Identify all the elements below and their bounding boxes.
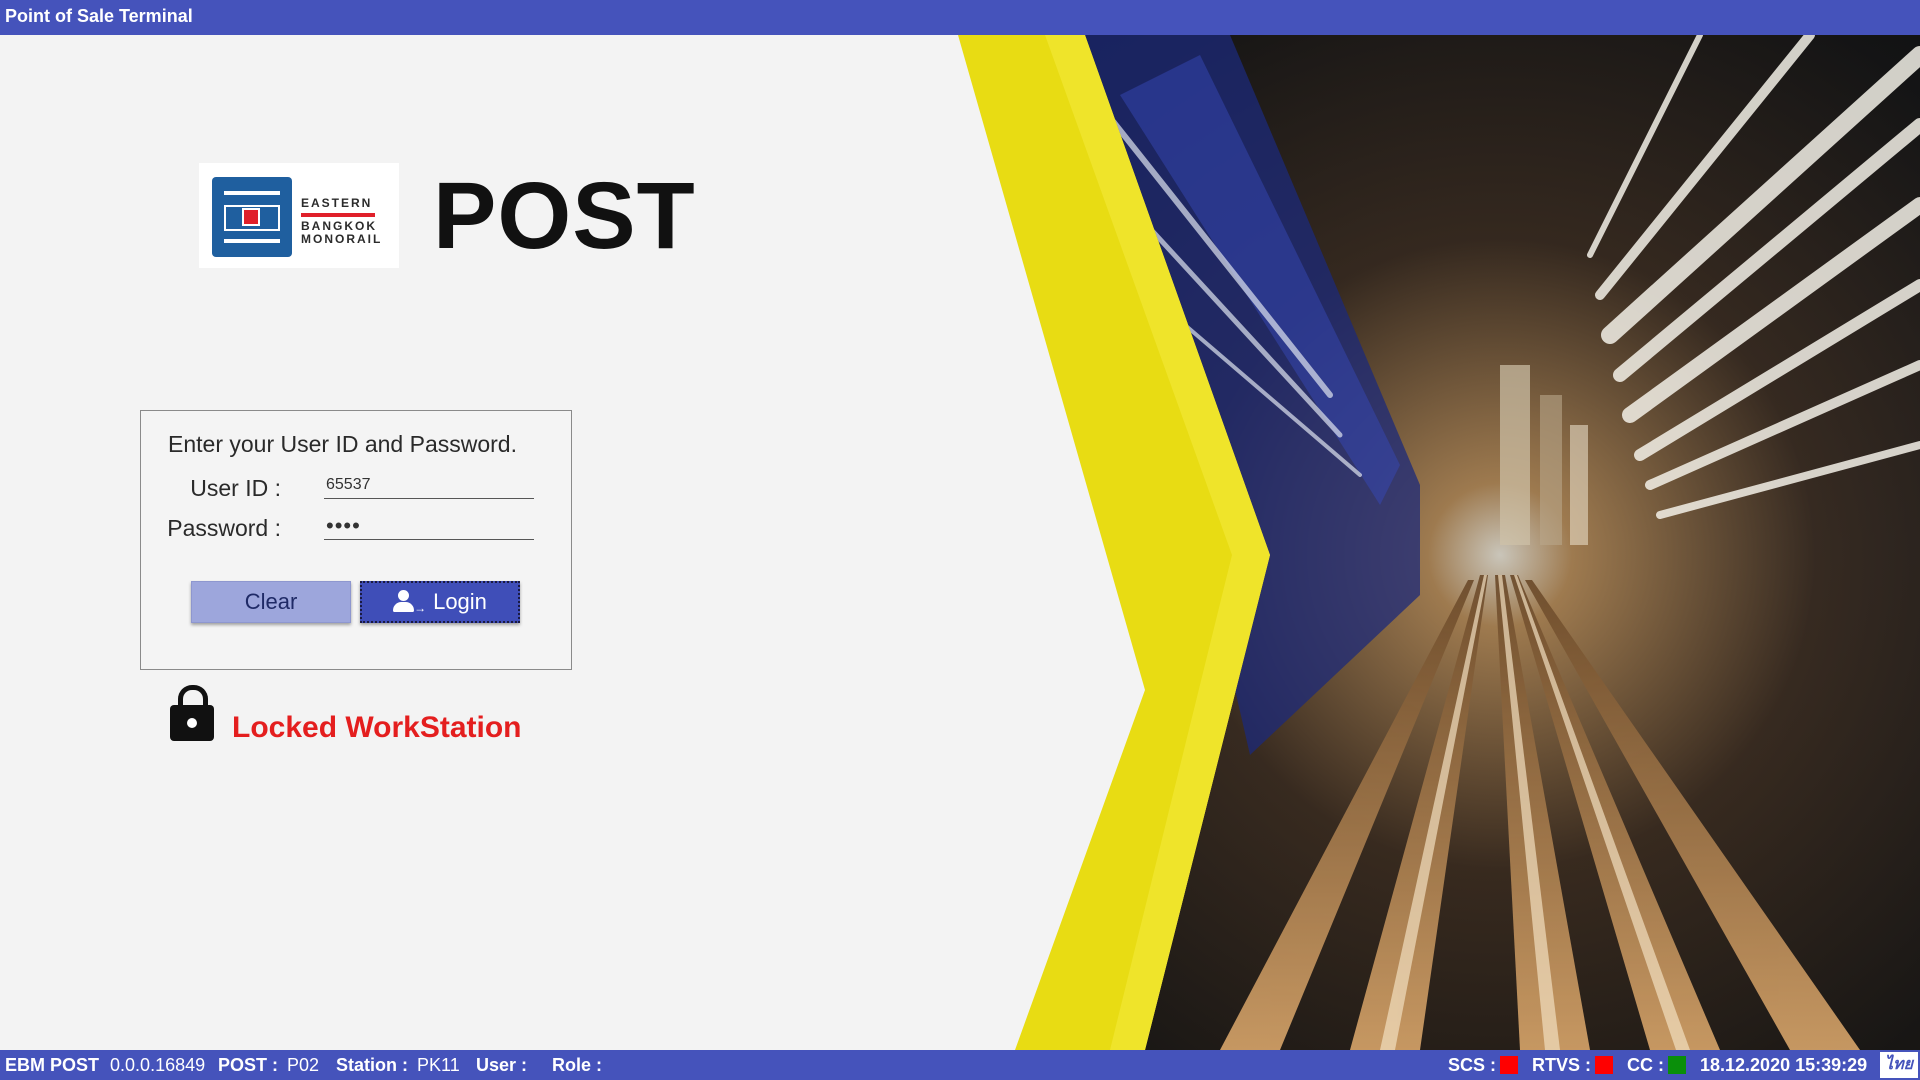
status-datetime-value: 18.12.2020 15:39:29 xyxy=(1700,1055,1868,1075)
login-prompt: Enter your User ID and Password. xyxy=(168,431,517,457)
status-post-label: POST : xyxy=(218,1055,279,1075)
status-rtvs-label: RTVS : xyxy=(1532,1055,1592,1075)
app-title: POST xyxy=(433,163,696,269)
user-login-icon: → xyxy=(393,590,426,614)
password-input[interactable] xyxy=(324,512,534,540)
lock-icon xyxy=(170,685,214,743)
status-cc-label: CC : xyxy=(1627,1055,1664,1075)
login-panel: Enter your User ID and Password. User ID… xyxy=(140,410,572,670)
status-rtvs: RTVS : xyxy=(1532,1055,1614,1076)
password-label: Password : xyxy=(167,515,281,541)
status-role-label: Role : xyxy=(552,1055,603,1075)
title-bar: Point of Sale Terminal xyxy=(0,0,1920,35)
cc-indicator-icon xyxy=(1668,1056,1686,1074)
status-app-info: EBM POST 0.0.0.16849 xyxy=(5,1055,205,1076)
language-toggle-button[interactable]: ไทย xyxy=(1880,1052,1918,1078)
status-scs-label: SCS : xyxy=(1448,1055,1497,1075)
status-station: Station : PK11 xyxy=(336,1055,460,1076)
user-id-label: User ID : xyxy=(190,475,281,501)
logo-line-2: BANGKOK xyxy=(301,219,377,233)
logo-line-3: MONORAIL xyxy=(301,232,383,246)
window-title: Point of Sale Terminal xyxy=(5,6,193,26)
status-app-name: EBM POST xyxy=(5,1055,100,1075)
rtvs-indicator-icon xyxy=(1595,1056,1614,1074)
login-button[interactable]: → Login xyxy=(360,581,520,623)
clear-button[interactable]: Clear xyxy=(191,581,351,623)
user-id-input[interactable] xyxy=(324,471,534,499)
company-logo: EASTERN BANGKOK MONORAIL xyxy=(199,163,399,268)
logo-wordmark: EASTERN BANGKOK MONORAIL xyxy=(301,197,391,246)
status-bar: EBM POST 0.0.0.16849 POST : P02 Station … xyxy=(0,1050,1920,1080)
status-version: 0.0.0.16849 xyxy=(110,1055,206,1075)
scs-indicator-icon xyxy=(1500,1056,1519,1074)
status-station-label: Station : xyxy=(336,1055,408,1075)
status-scs: SCS : xyxy=(1448,1055,1519,1076)
status-post-value: P02 xyxy=(287,1055,320,1075)
status-datetime: 18.12.2020 15:39:29 xyxy=(1700,1055,1867,1076)
login-button-label: Login xyxy=(433,589,487,614)
status-user-label: User : xyxy=(476,1055,528,1075)
status-post: POST : P02 xyxy=(218,1055,319,1076)
status-role: Role : xyxy=(552,1055,602,1076)
logo-line-1: EASTERN xyxy=(301,196,373,210)
status-user: User : xyxy=(476,1055,527,1076)
monorail-logo-icon xyxy=(212,177,292,257)
status-station-value: PK11 xyxy=(417,1055,460,1075)
locked-workstation-text: Locked WorkStation xyxy=(232,711,522,744)
status-cc: CC : xyxy=(1627,1055,1686,1076)
